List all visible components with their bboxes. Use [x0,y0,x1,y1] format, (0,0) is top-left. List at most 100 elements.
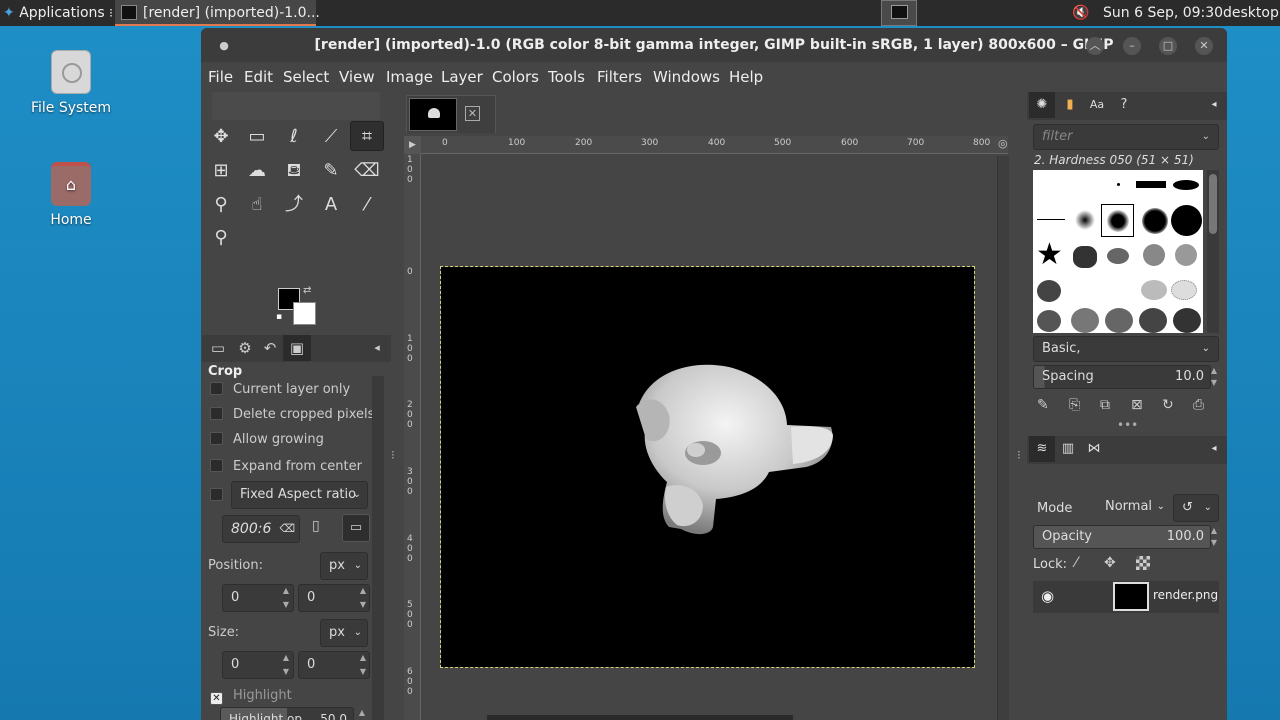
window-menu-icon[interactable]: ● [215,37,233,55]
brush-block[interactable] [1136,181,1166,188]
brush-grid-scrollbar[interactable] [1207,170,1219,333]
menu-image[interactable]: Image [386,68,433,86]
dock-resize-handle-right[interactable]: ⁝ [1017,448,1021,462]
brush-texture-1[interactable] [1037,310,1061,332]
layer-mode-select[interactable]: Normal ⌄ [1097,494,1169,522]
layers-dock-menu-icon[interactable]: ◂ [1201,436,1227,462]
channels-tab-icon[interactable]: ▥ [1055,436,1081,462]
aspect-ratio-input[interactable]: 800:6 ⌫ [222,515,300,543]
fonts-tab-icon[interactable]: Aa [1084,92,1110,118]
close-image-tab-icon[interactable]: ✕ [465,106,480,121]
brush-texture-3[interactable] [1105,308,1133,333]
position-x-spinner[interactable]: ▲ ▼ [279,584,293,612]
shade-button[interactable]: ︿ [1086,37,1104,55]
duplicate-brush-icon[interactable]: ⧉ [1100,397,1110,413]
workspace-label[interactable]: desktop [1223,0,1279,26]
portrait-icon[interactable]: ▯ [312,518,320,534]
brush-pixel[interactable] [1117,183,1120,186]
brush-selected-hardness-050[interactable] [1101,204,1134,237]
image-canvas[interactable] [440,266,975,668]
brush-line[interactable] [1037,219,1065,220]
menu-windows[interactable]: Windows [653,68,720,86]
desktop-icon-file-system[interactable]: File System [16,50,126,116]
minimize-button[interactable]: – [1123,37,1141,55]
unified-transform-tool-icon[interactable]: ⊞ [204,156,238,186]
position-y-spinner[interactable]: ▲ ▼ [356,584,370,612]
edit-brush-icon[interactable]: ✎ [1037,397,1049,413]
brush-grid[interactable]: ★ [1033,170,1203,333]
layer-opacity-slider[interactable]: Opacity 100.0 [1033,525,1211,549]
fixed-checkbox[interactable] [210,488,233,503]
brush-spacing-slider[interactable]: Spacing 10.0 [1033,365,1211,389]
current-layer-only-checkbox[interactable]: Current layer only [210,382,350,397]
brush-block-blur[interactable] [1173,180,1199,190]
color-picker-tool-icon[interactable]: ⁄ [350,190,384,220]
canvas-vertical-scrollbar[interactable] [997,156,1009,720]
tool-options-scrollbar[interactable] [372,376,384,720]
rect-select-tool-icon[interactable]: ▭ [240,122,274,152]
highlight-checkbox[interactable]: ✕ Highlight [210,688,292,705]
new-brush-icon[interactable]: ⎘ [1069,397,1080,413]
brush-hardness-100[interactable] [1171,205,1202,236]
layer-mode-reset[interactable]: ↺ ⌄ [1173,494,1219,522]
volume-muted-icon[interactable]: 🔇 [1072,0,1089,26]
workspace-thumbnail[interactable] [881,0,917,26]
bucket-fill-tool-icon[interactable]: ⛾ [277,156,311,186]
layers-tab-icon[interactable]: ≋ [1029,436,1055,462]
brush-filter-input[interactable]: filter ⌄ [1033,124,1219,150]
lasso-tool-icon[interactable]: ℓ [277,122,311,152]
background-color-swatch[interactable] [293,302,316,325]
quick-mask-menu-icon[interactable]: ▶ [404,136,421,154]
allow-growing-checkbox[interactable]: Allow growing [210,432,324,447]
lock-pixels-icon[interactable]: ⁄ [1075,555,1077,571]
patterns-tab-icon[interactable]: ▮ [1057,92,1083,118]
brush-texture-4[interactable] [1139,308,1167,333]
brush-sparks[interactable] [1141,280,1167,300]
menu-view[interactable]: View [339,68,375,86]
close-button[interactable]: ✕ [1195,37,1213,55]
fuzzy-select-tool-icon[interactable]: ⟋ [314,122,348,152]
menu-help[interactable]: Help [729,68,763,86]
brush-grunge[interactable] [1175,244,1197,266]
brush-texture-2[interactable] [1071,308,1099,333]
undo-history-icon[interactable]: ↶ [256,335,284,361]
lock-position-icon[interactable]: ✥ [1104,555,1116,571]
paths-tab-icon[interactable]: ⋈ [1081,436,1107,462]
layer-row-render[interactable]: ◉ render.png [1033,581,1219,613]
desktop-icon-home[interactable]: ⌂ Home [16,162,126,228]
open-brush-file-icon[interactable]: ⎙ [1193,397,1204,413]
menu-file[interactable]: File [208,68,233,86]
canvas-horizontal-scrollbar[interactable] [487,715,793,720]
size-unit-select[interactable]: px ⌄ [320,619,368,647]
refresh-brushes-icon[interactable]: ↻ [1162,397,1174,413]
window-titlebar[interactable]: ● [render] (imported)-1.0 (RGB color 8-b… [201,28,1227,62]
position-unit-select[interactable]: px ⌄ [320,552,368,580]
brush-star[interactable]: ★ [1036,240,1063,270]
brush-chalk[interactable] [1107,248,1129,264]
image-tab[interactable]: ✕ [406,95,496,133]
layer-opacity-spinner[interactable]: ▲ ▼ [1207,525,1221,549]
crop-tool-icon[interactable]: ⌗ [350,121,384,151]
menu-select[interactable]: Select [283,68,329,86]
brush-spacing-spinner[interactable]: ▲ ▼ [1207,365,1221,389]
menu-colors[interactable]: Colors [492,68,539,86]
warp-tool-icon[interactable]: ☁ [240,156,274,186]
size-height-spinner[interactable]: ▲ ▼ [356,651,370,679]
move-tool-icon[interactable]: ✥ [204,122,238,152]
menu-filters[interactable]: Filters [597,68,642,86]
brushes-tab-icon[interactable]: ✺ [1029,92,1055,118]
clock[interactable]: Sun 6 Sep, 09:30 [1103,0,1223,26]
images-tab-icon[interactable]: ▣ [283,335,311,361]
dock-resize-handle-left[interactable]: ⁝ [391,448,395,462]
help-tab-icon[interactable]: ? [1111,92,1137,118]
brush-dots[interactable] [1171,280,1197,300]
menu-tools[interactable]: Tools [548,68,585,86]
tool-options-icon[interactable]: ⚙ [231,335,259,361]
size-width-spinner[interactable]: ▲ ▼ [279,651,293,679]
brush-oils[interactable] [1037,280,1061,302]
clear-field-icon[interactable]: ⌫ [279,516,295,542]
paths-tool-icon[interactable]: ⤴ [277,190,311,220]
vertical-ruler[interactable]: 100 0 100 200 300 400 500 600 [404,154,421,720]
brush-hardness-025[interactable] [1075,210,1095,230]
zoom-tool-icon[interactable]: ⚲ [204,223,238,253]
